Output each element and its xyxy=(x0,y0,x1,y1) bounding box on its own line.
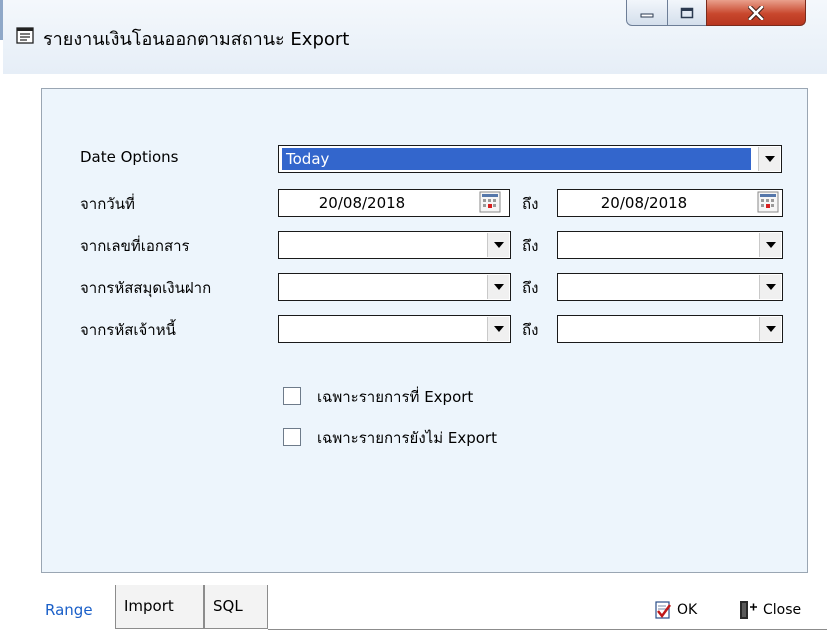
from-date-field[interactable]: 20/08/2018 xyxy=(278,189,510,217)
calendar-icon[interactable] xyxy=(757,191,779,213)
chevron-down-icon[interactable] xyxy=(758,147,780,171)
close-button[interactable]: Close xyxy=(737,598,801,622)
from-creditor-label: จากรหัสเจ้าหนี้ xyxy=(80,321,176,339)
from-date-value: 20/08/2018 xyxy=(318,194,406,212)
date-options-value: Today xyxy=(282,148,751,170)
from-date-label: จากวันที่ xyxy=(80,195,135,213)
exported-only-checkbox[interactable] xyxy=(283,387,301,405)
check-document-icon xyxy=(655,601,672,619)
ok-button[interactable]: OK xyxy=(653,598,697,622)
chevron-down-icon[interactable] xyxy=(487,233,509,257)
to-passbook-select[interactable] xyxy=(557,273,783,301)
close-label: Close xyxy=(763,602,802,618)
to-creditor-label: ถึง xyxy=(522,321,539,339)
to-passbook-label: ถึง xyxy=(522,279,539,297)
exit-door-icon xyxy=(740,601,757,619)
calendar-icon[interactable] xyxy=(479,191,501,213)
chevron-down-icon[interactable] xyxy=(759,275,781,299)
chevron-down-icon[interactable] xyxy=(487,275,509,299)
tabbar-baseline xyxy=(268,629,827,630)
tab-sql[interactable]: SQL xyxy=(204,585,268,629)
ok-label: OK xyxy=(677,602,698,618)
from-passbook-label: จากรหัสสมุดเงินฝาก xyxy=(80,279,212,297)
to-date-field[interactable]: 20/08/2018 xyxy=(557,189,783,217)
report-icon xyxy=(16,27,34,44)
to-creditor-select[interactable] xyxy=(557,315,783,343)
minimize-icon xyxy=(640,13,654,17)
chevron-down-icon[interactable] xyxy=(759,317,781,341)
to-date-label: ถึง xyxy=(522,195,539,213)
date-options-label: Date Options xyxy=(80,148,179,166)
to-date-value: 20/08/2018 xyxy=(600,194,688,212)
close-icon xyxy=(748,5,764,20)
tab-range[interactable]: Range xyxy=(37,585,115,629)
to-document-select[interactable] xyxy=(557,231,783,259)
tab-sql-label: SQL xyxy=(213,597,243,615)
maximize-button[interactable] xyxy=(667,0,707,26)
not-exported-checkbox[interactable] xyxy=(283,428,301,446)
not-exported-label: เฉพาะรายการยังไม่ Export xyxy=(317,429,497,447)
from-document-select[interactable] xyxy=(278,231,511,259)
window-title: รายงานเงินโอนออกตามสถานะ Export xyxy=(43,29,350,50)
date-options-select[interactable]: Today xyxy=(278,145,782,173)
from-document-label: จากเลขที่เอกสาร xyxy=(80,237,190,255)
report-window: รายงานเงินโอนออกตามสถานะ Export Date Opt… xyxy=(0,0,827,633)
minimize-button[interactable] xyxy=(626,0,668,26)
to-document-label: ถึง xyxy=(522,237,539,255)
from-passbook-select[interactable] xyxy=(278,273,511,301)
tab-import[interactable]: Import xyxy=(115,585,204,629)
tab-import-label: Import xyxy=(124,597,174,615)
chevron-down-icon[interactable] xyxy=(759,233,781,257)
tab-range-label: Range xyxy=(45,601,93,619)
maximize-icon xyxy=(680,7,694,18)
from-creditor-select[interactable] xyxy=(278,315,511,343)
close-window-button[interactable] xyxy=(706,0,806,26)
exported-only-label: เฉพาะรายการที่ Export xyxy=(317,388,474,406)
chevron-down-icon[interactable] xyxy=(487,317,509,341)
